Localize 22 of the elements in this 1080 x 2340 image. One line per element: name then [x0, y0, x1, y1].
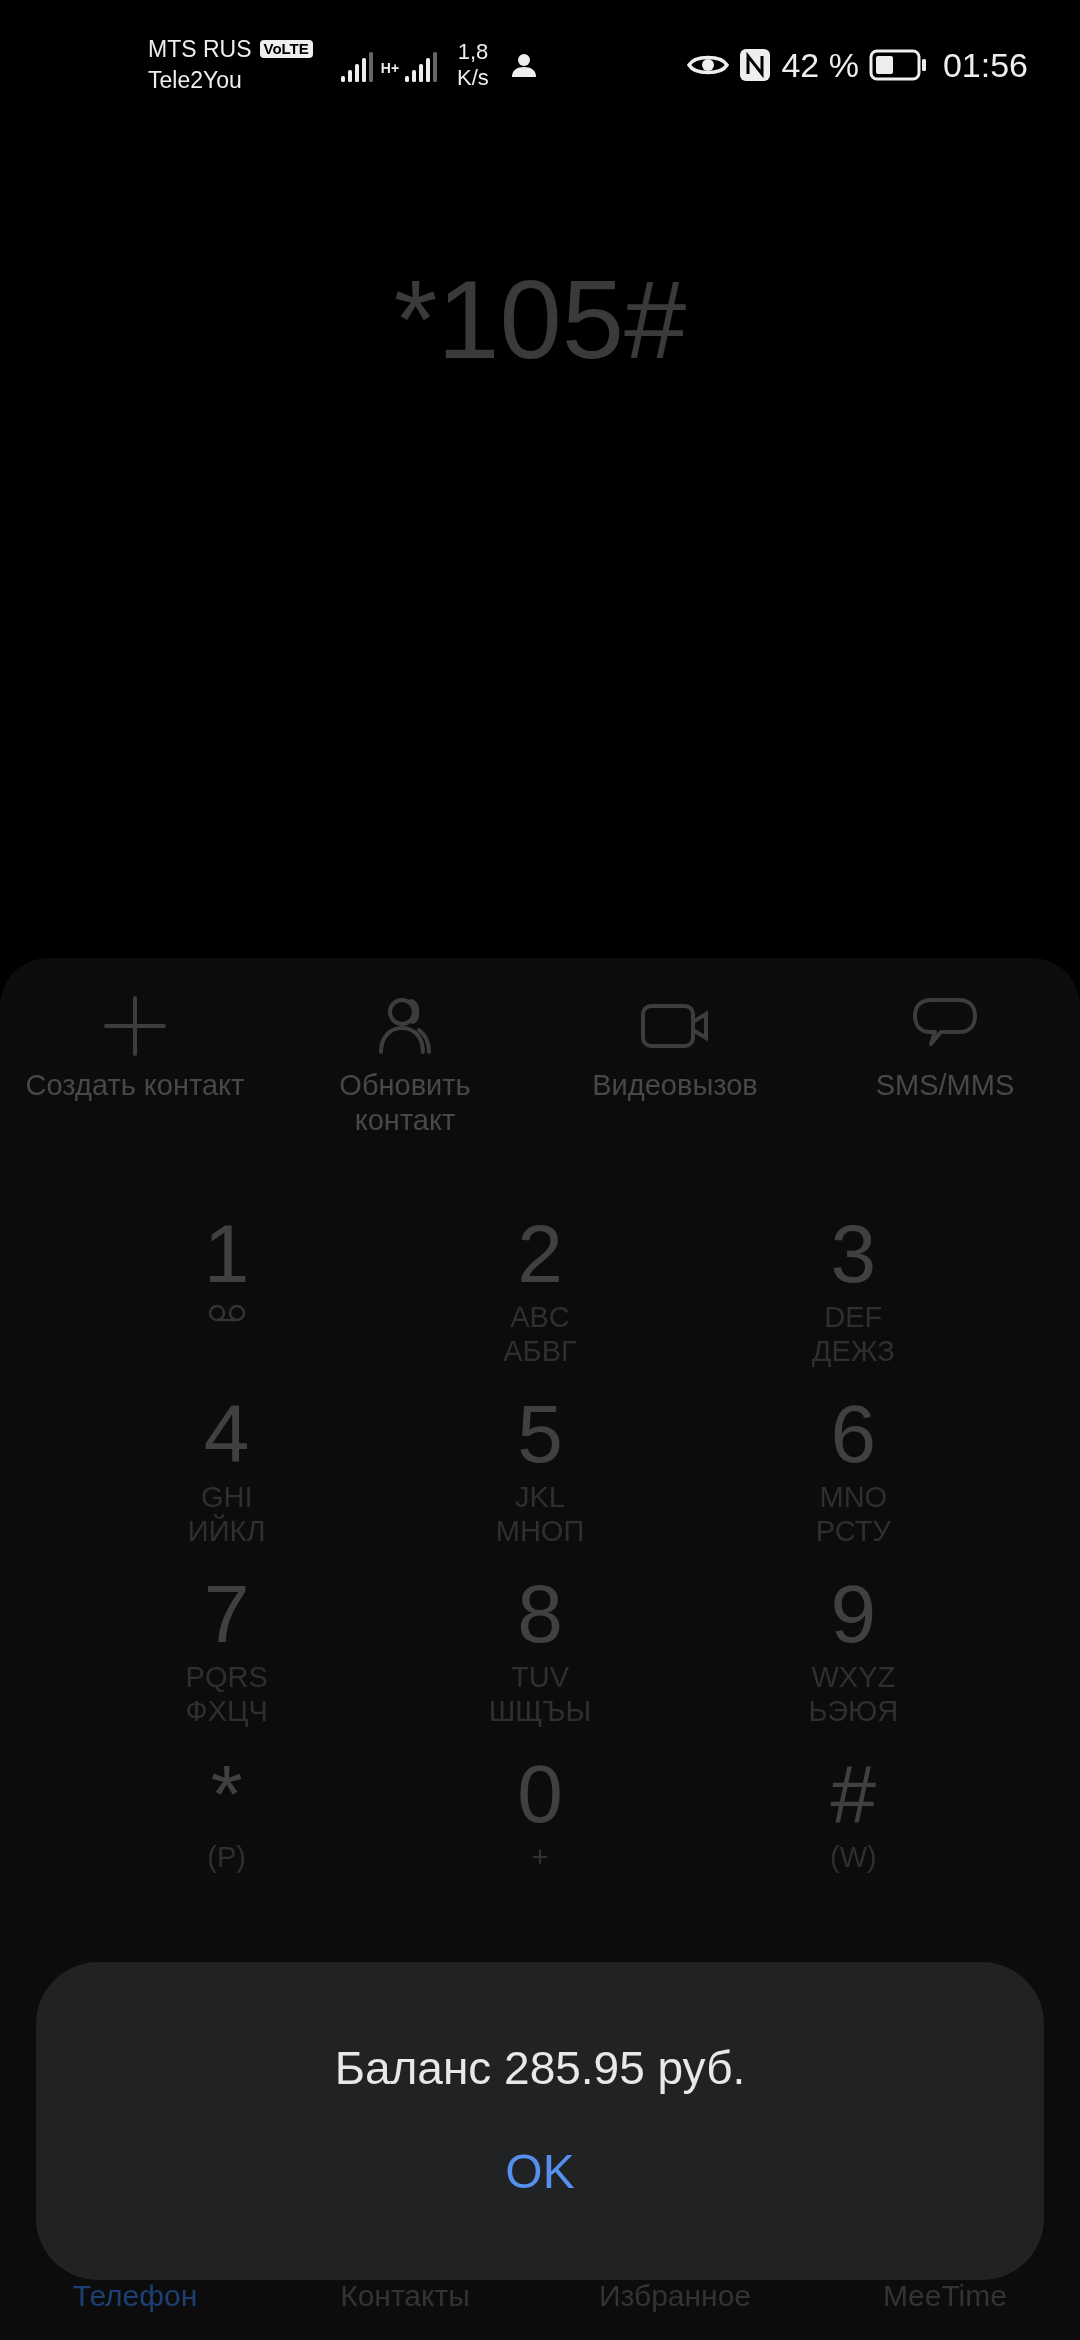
- speed-value: 1,8: [457, 39, 489, 65]
- action-button[interactable]: Создать контакт: [0, 994, 270, 1138]
- plus-icon: [103, 994, 167, 1058]
- battery-percent: 42 %: [781, 44, 859, 86]
- action-button[interactable]: Видеовызов: [540, 994, 810, 1138]
- key-letters: +: [531, 1840, 549, 1874]
- nfc-icon: [739, 48, 772, 82]
- action-button[interactable]: Обновить контакт: [270, 994, 540, 1138]
- clock: 01:56: [942, 44, 1028, 86]
- network-type: H+: [380, 59, 400, 78]
- action-button[interactable]: SMS/MMS: [810, 994, 1080, 1138]
- person-icon: [510, 52, 537, 78]
- speed-unit: K/s: [457, 65, 489, 91]
- voicemail-icon: [206, 1304, 247, 1322]
- carrier-name: MTS RUS: [148, 35, 252, 64]
- volte-badge: VoLTE: [259, 40, 313, 58]
- dialed-number: *105#: [393, 260, 687, 380]
- tab[interactable]: Телефон: [0, 2250, 270, 2340]
- battery-icon: [868, 49, 927, 81]
- dialog-message: Баланс 285.95 руб.: [334, 2041, 746, 2096]
- carrier-name: Tele2You: [148, 66, 243, 95]
- ok-button[interactable]: OK: [489, 2144, 591, 2200]
